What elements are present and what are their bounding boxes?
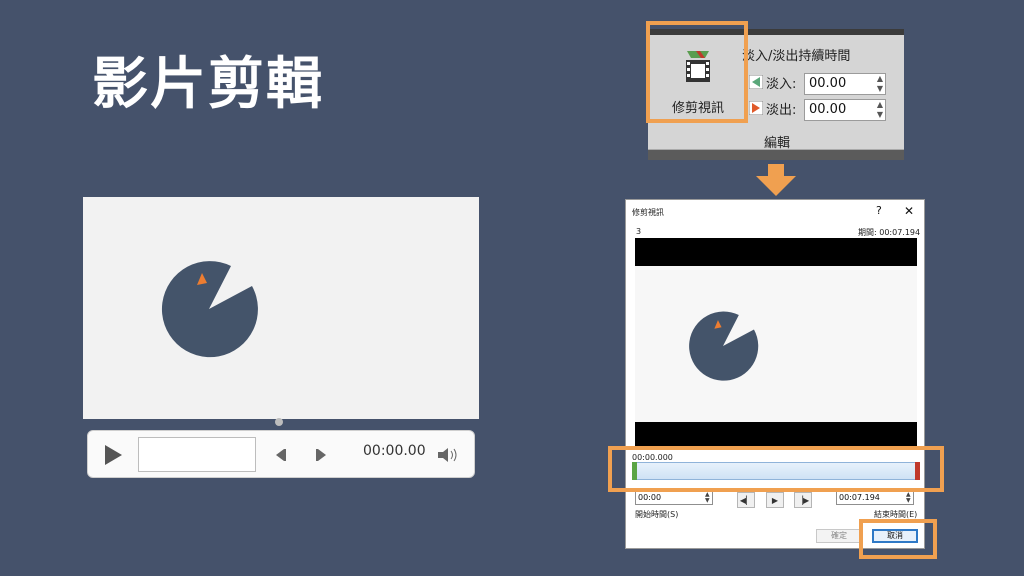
start-time-input[interactable]: 00:00 <box>635 491 713 505</box>
start-time-label: 開始時間(S) <box>635 510 679 519</box>
start-time-value: 00:00 <box>638 493 662 502</box>
letterbox-bottom <box>635 422 917 448</box>
previous-frame-icon <box>276 449 286 461</box>
fade-in-label: 淡入: <box>766 77 797 92</box>
next-frame-icon <box>316 449 326 461</box>
help-button[interactable]: ? <box>876 204 882 217</box>
video-player-controls: 00:00.00 <box>87 430 475 478</box>
play-button[interactable]: ▶ <box>766 492 784 508</box>
fade-out-input[interactable]: 00.00 ▲ ▼ <box>804 99 886 121</box>
dialog-video-preview <box>635 238 917 448</box>
spin-arrows-icon[interactable]: ▲ ▼ <box>877 100 883 120</box>
fade-out-value: 00.00 <box>809 102 847 117</box>
highlight-trim-video <box>646 21 748 123</box>
highlight-cancel <box>859 519 937 559</box>
fade-out-label: 淡出: <box>766 103 797 118</box>
volume-icon <box>438 448 457 462</box>
play-icon: ▶ <box>771 495 779 505</box>
start-time-stepper-icon[interactable]: ▲ ▼ <box>705 492 710 504</box>
previous-frame-icon: ◀▏ <box>739 495 753 505</box>
ok-button[interactable]: 確定 <box>816 529 862 543</box>
ribbon-bottom-bar <box>648 150 904 160</box>
play-icon <box>105 445 122 465</box>
down-arrow-icon <box>756 164 796 196</box>
fade-in-input[interactable]: 00.00 ▲ ▼ <box>804 73 886 95</box>
fade-out-icon <box>749 101 763 115</box>
fade-in-icon <box>749 75 763 89</box>
pacman-graphic <box>161 261 258 358</box>
next-frame-button[interactable] <box>312 445 332 465</box>
end-time-value: 00:07.194 <box>839 493 880 502</box>
next-frame-icon: ▕▶ <box>796 495 810 505</box>
spin-arrows-icon[interactable]: ▲ ▼ <box>877 74 883 94</box>
dialog-title: 修剪視訊 <box>632 208 664 217</box>
seek-bar[interactable] <box>138 437 256 472</box>
previous-frame-button[interactable] <box>270 445 290 465</box>
slide-title: 影片剪輯 <box>92 52 324 117</box>
previous-frame-button[interactable]: ◀▏ <box>737 492 755 508</box>
clip-duration: 期間: 00:07.194 <box>858 228 921 237</box>
end-time-input[interactable]: 00:07.194 <box>836 491 914 505</box>
trim-video-dialog: 修剪視訊 ? ✕ 3 期間: 00:07.194 00:00.000 00:00… <box>625 199 925 549</box>
fade-in-value: 00.00 <box>809 76 847 91</box>
clip-index: 3 <box>636 227 642 236</box>
play-button[interactable] <box>100 441 126 469</box>
pacman-graphic <box>689 311 759 381</box>
volume-button[interactable] <box>436 445 460 465</box>
video-preview[interactable] <box>83 197 479 419</box>
fade-duration-label: 淡入/淡出持續時間 <box>742 49 851 64</box>
player-time: 00:00.00 <box>363 443 426 459</box>
end-time-stepper-icon[interactable]: ▲ ▼ <box>906 492 911 504</box>
letterbox-top <box>635 238 917 266</box>
video-position-dot <box>275 418 283 426</box>
close-button[interactable]: ✕ <box>904 204 914 218</box>
highlight-timeline <box>608 446 944 492</box>
next-frame-button[interactable]: ▕▶ <box>794 492 812 508</box>
